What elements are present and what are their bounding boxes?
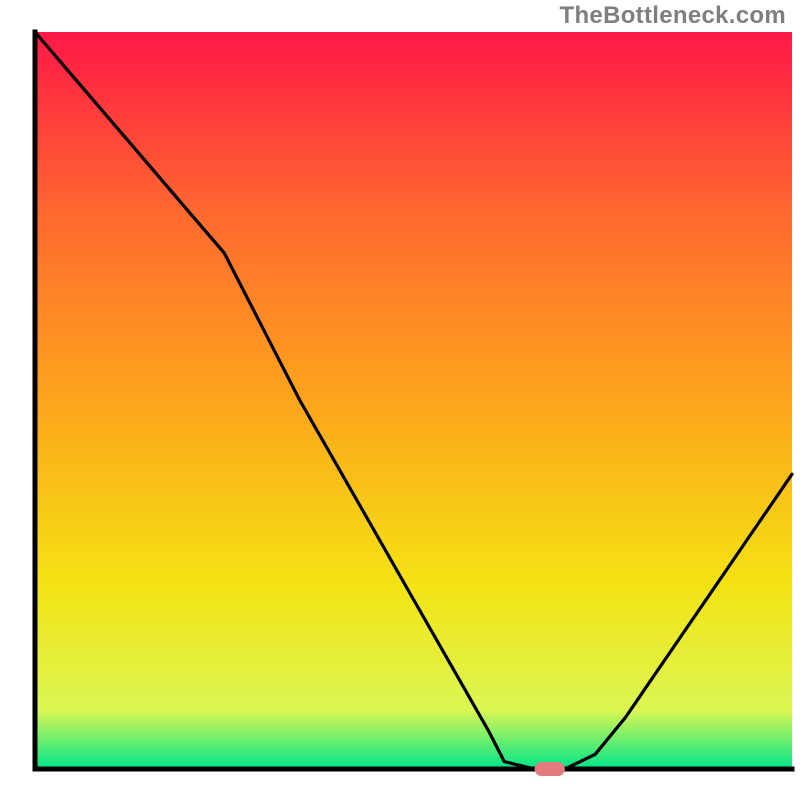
watermark: TheBottleneck.com [560, 2, 786, 30]
plot-background [35, 32, 792, 769]
chart-svg [0, 0, 800, 800]
chart-canvas: { "watermark": "TheBottleneck.com", "col… [0, 0, 800, 800]
optimal-marker [535, 762, 565, 776]
